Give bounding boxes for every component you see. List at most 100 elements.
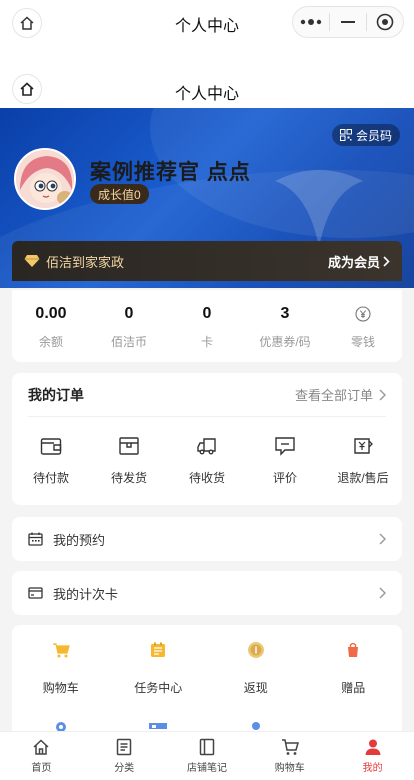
coin-icon <box>245 639 267 661</box>
box-icon <box>116 433 142 459</box>
membership-store-name: 佰洁到家家政 <box>46 254 125 270</box>
services-row: 购物车 任务中心 返现 赠品 <box>12 639 402 696</box>
wechat-title-bar: 个人中心 <box>0 0 414 44</box>
member-code-button[interactable]: 会员码 <box>331 124 400 146</box>
tab-home[interactable]: 首页 <box>0 732 83 780</box>
stat-coupons[interactable]: 3 优惠券/码 <box>246 290 324 362</box>
cart-icon <box>281 739 299 755</box>
order-item-label: 待付款 <box>32 471 69 485</box>
stat-label: 卡 <box>200 334 213 349</box>
id-card-icon <box>149 723 168 729</box>
stat-change[interactable]: 零钱 <box>324 290 402 362</box>
order-pending-receipt[interactable]: 待收货 <box>168 433 246 486</box>
chevron-right-icon <box>379 389 386 400</box>
orders-card: 我的订单 查看全部订单 待付款 待发货 待收货 评价 退款/售后 <box>12 373 402 505</box>
my-appointments-label: 我的预约 <box>53 532 106 548</box>
home-icon <box>33 739 49 755</box>
minus-icon <box>341 21 355 23</box>
service-cart[interactable]: 购物车 <box>12 639 110 696</box>
become-member-label: 成为会员 <box>327 254 380 270</box>
tab-label: 我的 <box>362 763 383 774</box>
membership-strip[interactable]: 佰洁到家家政 成为会员 <box>12 241 402 281</box>
minimize-button[interactable] <box>330 7 366 37</box>
tab-label: 分类 <box>114 763 135 774</box>
nav-title: 个人中心 <box>174 86 239 103</box>
view-all-orders-link[interactable]: 查看全部订单 <box>295 385 386 404</box>
gift-icon <box>342 639 364 661</box>
stat-value: 3 <box>280 304 290 322</box>
page-navbar: 个人中心 <box>0 44 414 108</box>
yen-circle-icon <box>355 305 371 322</box>
comment-icon <box>272 433 298 459</box>
my-appointments-row[interactable]: 我的预约 <box>12 517 402 561</box>
become-member-link[interactable]: 成为会员 <box>328 252 390 271</box>
tab-label: 店铺笔记 <box>186 763 227 774</box>
service-partial[interactable] <box>207 721 305 731</box>
user-name: 案例推荐官 点点 <box>90 161 251 184</box>
stat-value: 0 <box>124 304 134 322</box>
qrcode-icon <box>339 129 352 141</box>
member-code-label: 会员码 <box>355 128 392 143</box>
service-label: 购物车 <box>42 681 79 695</box>
order-item-label: 评价 <box>272 471 297 485</box>
order-review[interactable]: 评价 <box>246 433 324 486</box>
my-time-card-row[interactable]: 我的计次卡 <box>12 571 402 615</box>
order-refund[interactable]: 退款/售后 <box>324 433 402 486</box>
notes-icon <box>199 738 215 756</box>
more-button[interactable] <box>293 7 329 37</box>
order-item-label: 待收货 <box>188 471 225 485</box>
order-pending-payment[interactable]: 待付款 <box>12 433 90 486</box>
services-row-partial <box>12 721 402 731</box>
stat-balance[interactable]: 0.00 余额 <box>12 290 90 362</box>
mini-program-capsule <box>292 6 404 38</box>
orders-title: 我的订单 <box>28 386 84 403</box>
growth-value-badge[interactable]: 成长值0 <box>90 184 149 204</box>
service-label: 返现 <box>243 681 268 695</box>
order-item-label: 待发货 <box>110 471 147 485</box>
cart-icon <box>50 639 72 661</box>
order-pending-shipment[interactable]: 待发货 <box>90 433 168 486</box>
more-dots-icon <box>300 19 322 25</box>
stat-value: 0 <box>202 304 212 322</box>
my-time-card-label: 我的计次卡 <box>53 586 119 602</box>
chevron-right-icon <box>379 587 386 599</box>
avatar[interactable] <box>14 148 76 210</box>
tab-store-notes[interactable]: 店铺笔记 <box>166 732 249 780</box>
stat-coins[interactable]: 0 佰洁币 <box>90 290 168 362</box>
tab-mine[interactable]: 我的 <box>331 732 414 780</box>
service-task-center[interactable]: 任务中心 <box>110 639 208 696</box>
diamond-icon <box>24 255 40 267</box>
view-all-orders-label: 查看全部订单 <box>294 388 373 403</box>
tab-label: 购物车 <box>274 763 305 774</box>
stat-label: 优惠券/码 <box>259 334 311 349</box>
close-button[interactable] <box>367 7 403 37</box>
service-partial-empty <box>305 721 403 731</box>
tab-cart[interactable]: 购物车 <box>248 732 331 780</box>
avatar-illustration-icon <box>16 150 74 208</box>
service-gift[interactable]: 赠品 <box>305 639 403 696</box>
dot-icon <box>251 722 260 730</box>
service-cashback[interactable]: 返现 <box>207 639 305 696</box>
card-icon <box>28 587 43 599</box>
tab-label: 首页 <box>31 763 52 774</box>
service-label: 赠品 <box>341 681 366 695</box>
order-status-row: 待付款 待发货 待收货 评价 退款/售后 <box>12 433 402 486</box>
chevron-right-icon <box>383 255 390 267</box>
refund-icon <box>350 433 376 459</box>
bottom-tabbar: 首页 分类 店铺笔记 购物车 我的 <box>0 731 414 780</box>
service-partial[interactable] <box>12 721 110 731</box>
stat-label: 余额 <box>38 334 63 349</box>
stat-value: 0.00 <box>35 304 67 322</box>
truck-icon <box>194 433 220 459</box>
stat-cards[interactable]: 0 卡 <box>168 290 246 362</box>
wallet-icon <box>38 433 64 459</box>
user-icon <box>365 739 381 755</box>
service-partial[interactable] <box>110 721 208 731</box>
service-label: 任务中心 <box>134 681 183 695</box>
chevron-right-icon <box>379 533 386 545</box>
order-item-label: 退款/售后 <box>337 471 389 485</box>
category-icon <box>116 738 132 756</box>
tab-category[interactable]: 分类 <box>83 732 166 780</box>
stat-label: 零钱 <box>350 334 375 349</box>
orders-header: 我的订单 查看全部订单 <box>28 373 386 417</box>
